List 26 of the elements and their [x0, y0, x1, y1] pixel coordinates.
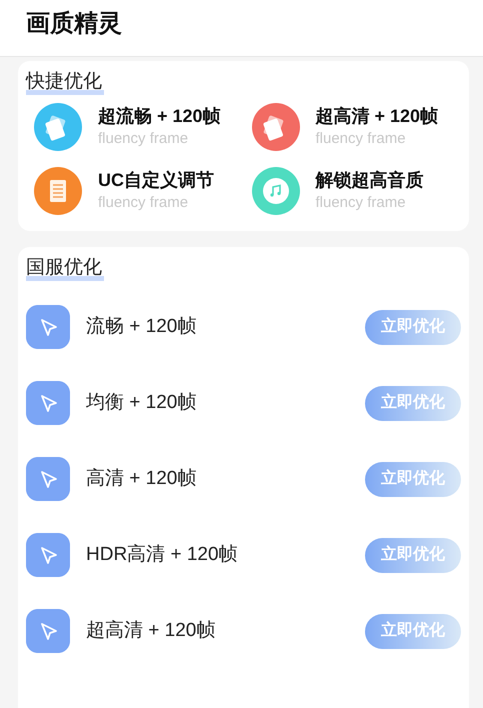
navigation-icon	[26, 305, 70, 349]
cards-icon[interactable]	[252, 103, 300, 151]
optimize-button[interactable]: 立即优化	[365, 614, 461, 648]
cards-icon[interactable]	[34, 103, 82, 151]
navigation-icon	[26, 457, 70, 501]
option-label: 高清 + 120帧	[86, 466, 198, 491]
section-title: 快捷优化	[26, 69, 104, 95]
option-label: 超高清 + 120帧	[86, 618, 216, 643]
navigation-icon	[26, 381, 70, 425]
option-label: 流畅 + 120帧	[86, 314, 198, 339]
document-icon[interactable]	[34, 167, 82, 215]
option-title[interactable]: 超流畅 + 120帧	[98, 104, 221, 128]
navigation-icon	[26, 533, 70, 577]
optimize-button[interactable]: 立即优化	[365, 310, 461, 344]
optimize-button[interactable]: 立即优化	[365, 386, 461, 420]
music-icon[interactable]	[252, 167, 300, 215]
page-title: 画质精灵	[26, 9, 123, 39]
section-title: 国服优化	[26, 255, 104, 281]
optimize-button[interactable]: 立即优化	[365, 538, 461, 572]
option-title[interactable]: UC自定义调节	[98, 168, 214, 192]
navigation-icon	[26, 609, 70, 653]
option-title[interactable]: 解锁超高音质	[316, 168, 424, 192]
optimize-button[interactable]: 立即优化	[365, 462, 461, 496]
option-label: HDR高清 + 120帧	[86, 542, 239, 567]
option-title[interactable]: 超高清 + 120帧	[316, 104, 438, 128]
option-label: 均衡 + 120帧	[86, 390, 198, 415]
